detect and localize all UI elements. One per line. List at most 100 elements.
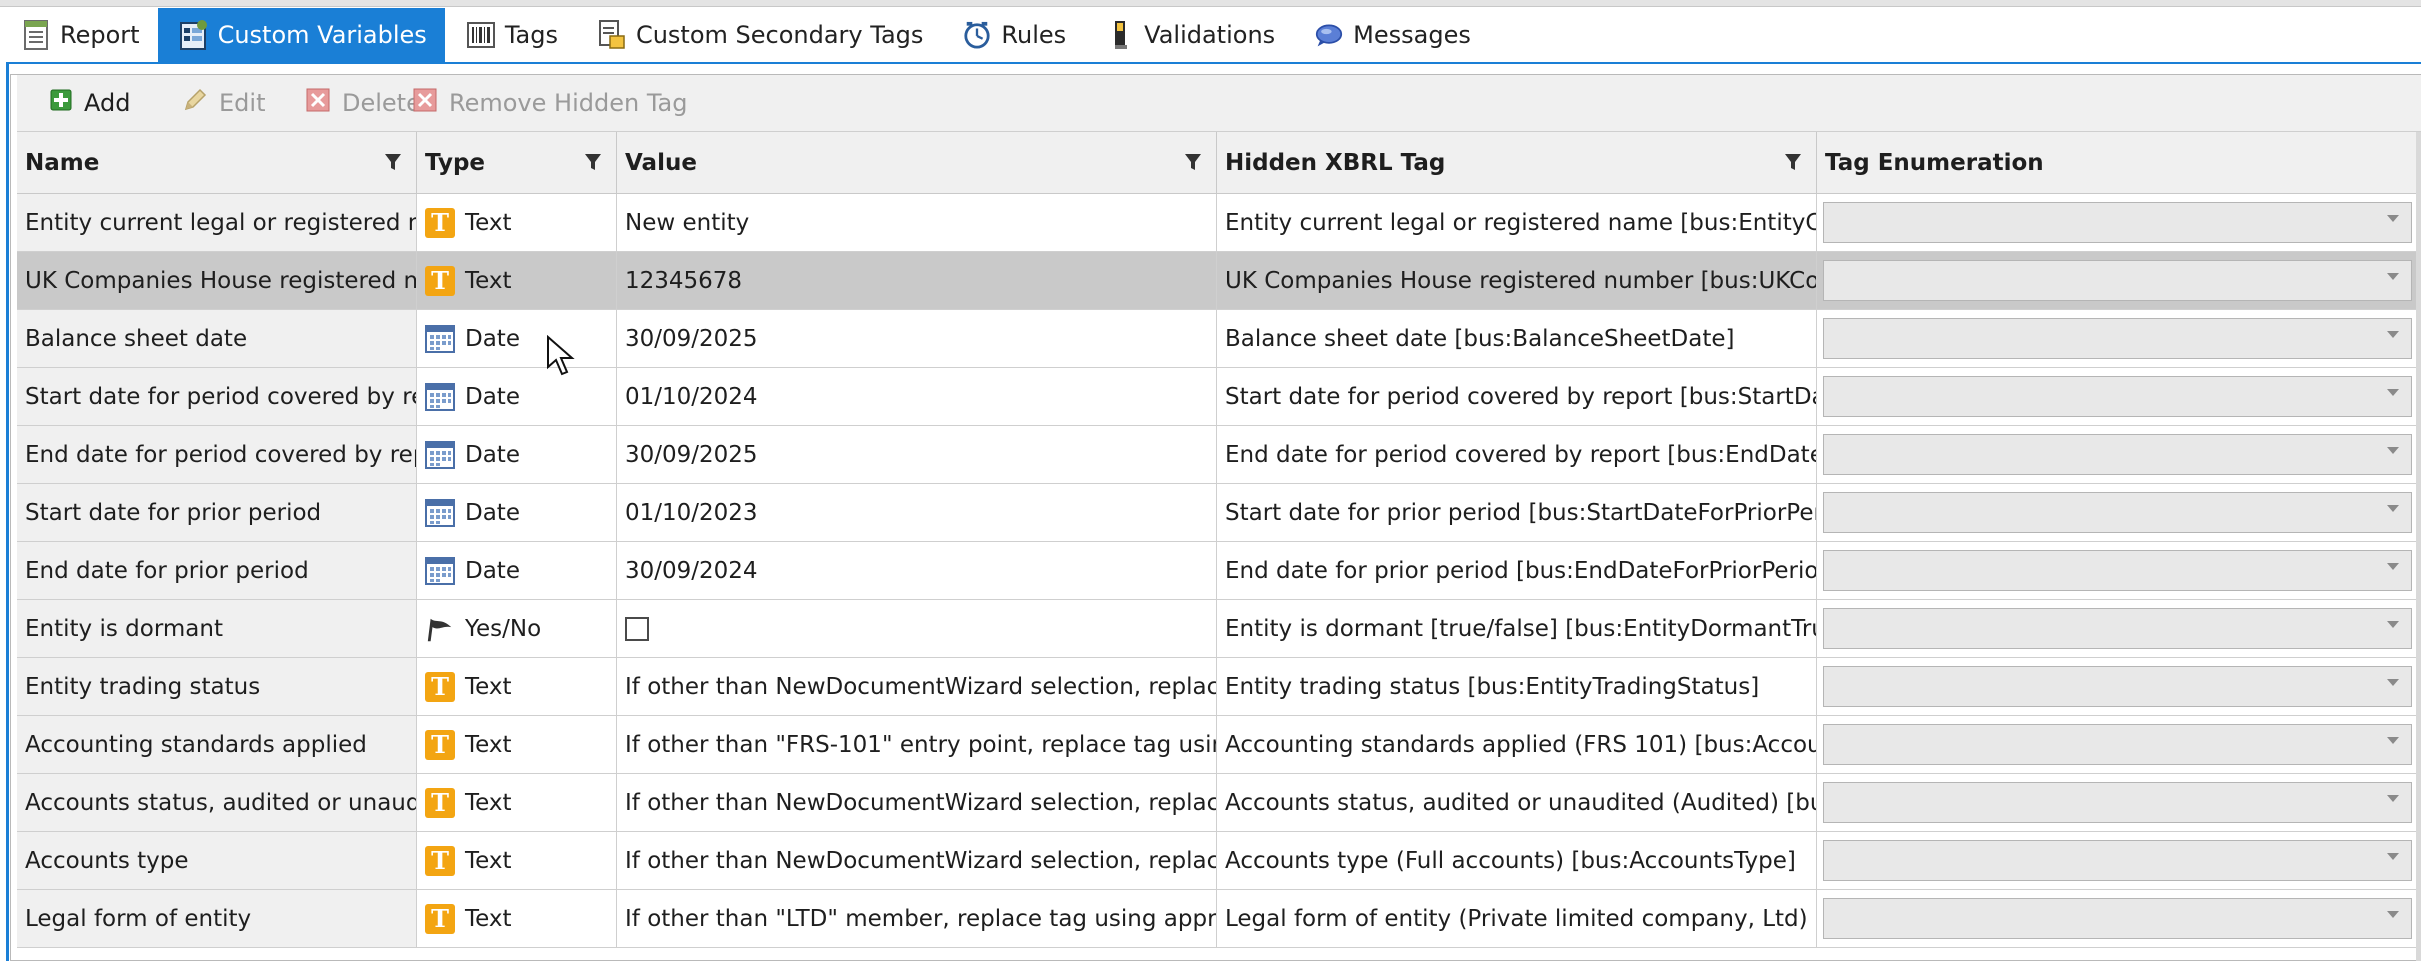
tag-enumeration-dropdown[interactable] xyxy=(1823,492,2412,533)
hidden-tag-cell[interactable]: Start date for prior period [bus:StartDa… xyxy=(1217,484,1817,542)
filter-icon[interactable] xyxy=(1784,152,1802,172)
name-cell[interactable]: UK Companies House registered number xyxy=(17,252,417,310)
column-header-tag-enumeration[interactable]: Tag Enumeration xyxy=(1817,132,2421,194)
table-row[interactable]: Accounting standards applied T Text If othe… xyxy=(17,716,2421,774)
value-cell[interactable]: 01/10/2024 xyxy=(617,368,1217,426)
tab-report[interactable]: Report xyxy=(0,8,158,62)
table-row[interactable]: UK Companies House registered number T Tex… xyxy=(17,252,2421,310)
tag-enumeration-cell[interactable] xyxy=(1817,716,2421,774)
hidden-tag-cell[interactable]: Entity is dormant [true/false] [bus:Enti… xyxy=(1217,600,1817,658)
name-cell[interactable]: End date for period covered by report xyxy=(17,426,417,484)
type-cell[interactable]: Date xyxy=(417,368,617,426)
tag-enumeration-dropdown[interactable] xyxy=(1823,840,2412,881)
name-cell[interactable]: Accounting standards applied xyxy=(17,716,417,774)
hidden-tag-cell[interactable]: End date for prior period [bus:EndDateFo… xyxy=(1217,542,1817,600)
type-cell[interactable]: T Text xyxy=(417,194,617,252)
filter-icon[interactable] xyxy=(384,152,402,172)
tag-enumeration-dropdown[interactable] xyxy=(1823,550,2412,591)
column-header-value[interactable]: Value xyxy=(617,132,1217,194)
value-cell[interactable]: If other than NewDocumentWizard selectio… xyxy=(617,832,1217,890)
name-cell[interactable]: Entity is dormant xyxy=(17,600,417,658)
value-cell[interactable]: If other than NewDocumentWizard selectio… xyxy=(617,658,1217,716)
value-cell[interactable]: 30/09/2024 xyxy=(617,542,1217,600)
name-cell[interactable]: Entity trading status xyxy=(17,658,417,716)
tag-enumeration-dropdown[interactable] xyxy=(1823,434,2412,475)
tag-enumeration-cell[interactable] xyxy=(1817,368,2421,426)
type-cell[interactable]: Date xyxy=(417,310,617,368)
hidden-tag-cell[interactable]: Legal form of entity (Private limited co… xyxy=(1217,890,1817,948)
name-cell[interactable]: Start date for prior period xyxy=(17,484,417,542)
tag-enumeration-dropdown[interactable] xyxy=(1823,376,2412,417)
tag-enumeration-cell[interactable] xyxy=(1817,310,2421,368)
table-row[interactable]: Entity current legal or registered nameT… xyxy=(17,194,2421,252)
name-cell[interactable]: Accounts type xyxy=(17,832,417,890)
table-row[interactable]: Entity trading status T Text If other than … xyxy=(17,658,2421,716)
table-row[interactable]: Legal form of entity T Text If other than "… xyxy=(17,890,2421,948)
table-row[interactable]: Accounts status, audited or unaudited T Te… xyxy=(17,774,2421,832)
hidden-tag-cell[interactable]: UK Companies House registered number [bu… xyxy=(1217,252,1817,310)
tag-enumeration-cell[interactable] xyxy=(1817,658,2421,716)
type-cell[interactable]: Date xyxy=(417,542,617,600)
tag-enumeration-dropdown[interactable] xyxy=(1823,898,2412,939)
delete-button[interactable]: Delete xyxy=(306,83,421,123)
tag-enumeration-cell[interactable] xyxy=(1817,774,2421,832)
type-cell[interactable]: T Text xyxy=(417,774,617,832)
tag-enumeration-cell[interactable] xyxy=(1817,542,2421,600)
name-cell[interactable]: Balance sheet date xyxy=(17,310,417,368)
hidden-tag-cell[interactable]: Entity trading status [bus:EntityTrading… xyxy=(1217,658,1817,716)
value-cell[interactable]: New entity xyxy=(617,194,1217,252)
column-header-name[interactable]: Name xyxy=(17,132,417,194)
hidden-tag-cell[interactable]: Entity current legal or registered name … xyxy=(1217,194,1817,252)
vertical-scrollbar[interactable] xyxy=(2416,132,2421,961)
table-row[interactable]: Start date for prior period Date 01/10/202… xyxy=(17,484,2421,542)
name-cell[interactable]: Legal form of entity xyxy=(17,890,417,948)
type-cell[interactable]: T Text xyxy=(417,658,617,716)
type-cell[interactable]: Date xyxy=(417,484,617,542)
filter-icon[interactable] xyxy=(584,152,602,172)
hidden-tag-cell[interactable]: Accounts status, audited or unaudited (A… xyxy=(1217,774,1817,832)
name-cell[interactable]: Entity current legal or registered name xyxy=(17,194,417,252)
tag-enumeration-dropdown[interactable] xyxy=(1823,666,2412,707)
tag-enumeration-cell[interactable] xyxy=(1817,600,2421,658)
value-cell[interactable]: 12345678 xyxy=(617,252,1217,310)
remove-hidden-tag-button[interactable]: Remove Hidden Tag xyxy=(413,83,687,123)
tag-enumeration-dropdown[interactable] xyxy=(1823,724,2412,765)
table-row[interactable]: Balance sheet date Date 30/09/2025 Balance … xyxy=(17,310,2421,368)
hidden-tag-cell[interactable]: Accounting standards applied (FRS 101) [… xyxy=(1217,716,1817,774)
name-cell[interactable]: End date for prior period xyxy=(17,542,417,600)
tag-enumeration-dropdown[interactable] xyxy=(1823,260,2412,301)
tab-custom-secondary-tags[interactable]: Custom Secondary Tags xyxy=(576,8,941,62)
table-row[interactable]: End date for period covered by report Dat… xyxy=(17,426,2421,484)
column-header-hidden-xbrl-tag[interactable]: Hidden XBRL Tag xyxy=(1217,132,1817,194)
value-cell[interactable]: 30/09/2025 xyxy=(617,310,1217,368)
table-row[interactable]: Start date for period covered by report D… xyxy=(17,368,2421,426)
value-cell[interactable]: If other than NewDocumentWizard selectio… xyxy=(617,774,1217,832)
tag-enumeration-cell[interactable] xyxy=(1817,194,2421,252)
name-cell[interactable]: Start date for period covered by report xyxy=(17,368,417,426)
tag-enumeration-cell[interactable] xyxy=(1817,890,2421,948)
type-cell[interactable]: Yes/No xyxy=(417,600,617,658)
value-cell[interactable]: If other than "FRS-101" entry point, rep… xyxy=(617,716,1217,774)
hidden-tag-cell[interactable]: End date for period covered by report [b… xyxy=(1217,426,1817,484)
tab-validations[interactable]: Validations xyxy=(1084,8,1293,62)
tag-enumeration-cell[interactable] xyxy=(1817,426,2421,484)
type-cell[interactable]: Date xyxy=(417,426,617,484)
tab-custom-variables[interactable]: Custom Variables xyxy=(157,8,445,62)
table-row[interactable]: End date for prior period Date 30/09/2024 E… xyxy=(17,542,2421,600)
table-row[interactable]: Entity is dormant Yes/No Entity is dormant… xyxy=(17,600,2421,658)
tag-enumeration-dropdown[interactable] xyxy=(1823,782,2412,823)
value-cell[interactable] xyxy=(617,600,1217,658)
type-cell[interactable]: T Text xyxy=(417,890,617,948)
tag-enumeration-dropdown[interactable] xyxy=(1823,608,2412,649)
column-header-type[interactable]: Type xyxy=(417,132,617,194)
table-row[interactable]: Accounts type T Text If other than NewDocum… xyxy=(17,832,2421,890)
name-cell[interactable]: Accounts status, audited or unaudited xyxy=(17,774,417,832)
tab-tags[interactable]: Tags xyxy=(445,8,576,62)
tag-enumeration-dropdown[interactable] xyxy=(1823,318,2412,359)
value-cell[interactable]: If other than "LTD" member, replace tag … xyxy=(617,890,1217,948)
hidden-tag-cell[interactable]: Balance sheet date [bus:BalanceSheetDate… xyxy=(1217,310,1817,368)
hidden-tag-cell[interactable]: Start date for period covered by report … xyxy=(1217,368,1817,426)
dormant-checkbox[interactable] xyxy=(625,616,649,641)
value-cell[interactable]: 30/09/2025 xyxy=(617,426,1217,484)
type-cell[interactable]: T Text xyxy=(417,832,617,890)
